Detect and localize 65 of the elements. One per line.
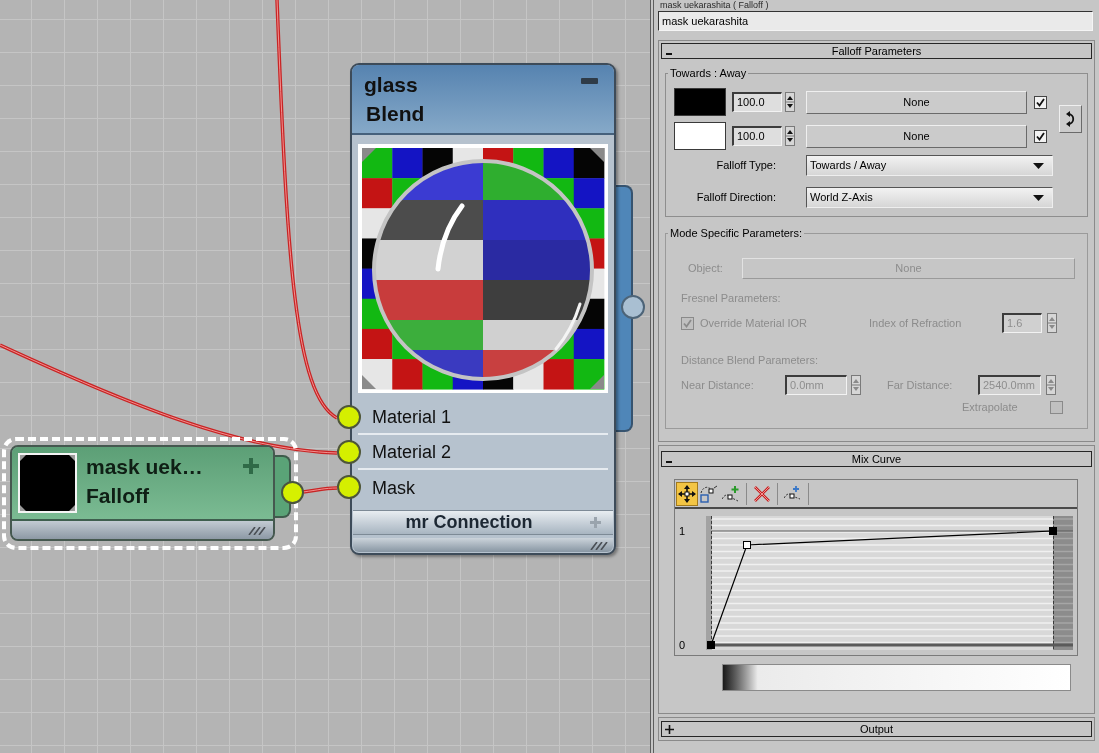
curve-point-icon[interactable] (743, 541, 751, 549)
connection-wire (302, 486, 338, 494)
resize-grip-icon[interactable] (587, 542, 609, 550)
dropdown[interactable]: Towards / Away (806, 155, 1053, 176)
field-label: Index of Refraction (869, 315, 962, 331)
map-button[interactable]: None (806, 124, 1027, 148)
dropdown[interactable]: World Z-Axis (806, 187, 1053, 208)
map-button[interactable]: None (806, 90, 1027, 114)
swap-button[interactable] (1059, 105, 1082, 133)
field-label: Falloff Direction: (696, 190, 776, 206)
slot-label: Material 1 (372, 405, 452, 428)
map-node[interactable]: mask uek… Falloff (10, 445, 275, 541)
delete-icon (754, 485, 770, 502)
plus-icon (665, 725, 674, 734)
axis-label: 1 (679, 525, 686, 538)
curved-arrow-icon (1065, 111, 1076, 127)
rollout-header[interactable]: Output (661, 721, 1092, 737)
spinner-arrows-icon[interactable] (785, 126, 795, 146)
group-title: Mode Specific Parameters: (669, 227, 804, 240)
section-label: Distance Blend Parameters: (681, 354, 818, 367)
field-label: Object: (688, 261, 723, 277)
add-point-icon (722, 484, 740, 503)
minus-icon (666, 53, 672, 55)
node-type: Blend (365, 101, 425, 127)
move-arrows-icon (678, 484, 696, 503)
axis-label: 0 (679, 639, 686, 652)
field-label: Falloff Type: (716, 158, 776, 174)
node-name: mask uek… (86, 454, 203, 480)
material-node[interactable]: glass Blend Material 1 Material 2 Mask mr Connection (350, 63, 616, 555)
node-name: glass (364, 72, 418, 98)
plus-icon[interactable] (243, 458, 259, 474)
plus-icon (590, 517, 601, 528)
checkbox[interactable] (1034, 95, 1047, 109)
caret-icon (1033, 195, 1044, 201)
window-title: mask uekarashita ( Falloff ) (659, 0, 769, 10)
scale-point-icon (700, 484, 718, 503)
resize-grip-icon[interactable] (245, 527, 267, 535)
minus-icon (666, 461, 672, 463)
input-socket-icon[interactable] (337, 440, 361, 464)
section-label: Fresnel Parameters: (681, 292, 781, 305)
field-label: Far Distance: (887, 377, 953, 393)
tool-button[interactable] (676, 481, 698, 506)
caret-icon (1033, 163, 1044, 169)
spinner-arrows-icon[interactable] (785, 92, 795, 112)
checkbox[interactable] (1034, 129, 1047, 143)
field-label: Near Distance: (681, 377, 754, 393)
checkbox-label: Override Material IOR (700, 315, 807, 331)
input-socket-icon[interactable] (337, 405, 361, 429)
rollout-header[interactable]: Mix Curve (661, 451, 1092, 467)
output-socket-icon[interactable] (281, 481, 304, 504)
node-type: Falloff (86, 483, 149, 509)
output-socket-icon[interactable] (621, 295, 645, 319)
amount-field[interactable]: 100.0 (732, 92, 782, 112)
group-title: Towards : Away (669, 67, 748, 80)
rollout-header[interactable]: Falloff Parameters (661, 43, 1092, 59)
swatch-icon (18, 453, 77, 513)
checkbox-label: Extrapolate (962, 400, 1018, 416)
swatch-icon[interactable] (674, 88, 726, 116)
slot-label: Material 2 (372, 440, 452, 463)
swatch-icon[interactable] (674, 122, 726, 150)
amount-field[interactable]: 100.0 (732, 126, 782, 146)
name-field[interactable]: mask uekarashita (658, 11, 1093, 31)
input-socket-icon[interactable] (337, 475, 361, 499)
connection-section-button[interactable]: mr Connection (353, 510, 613, 535)
slot-label: Mask (372, 476, 415, 499)
